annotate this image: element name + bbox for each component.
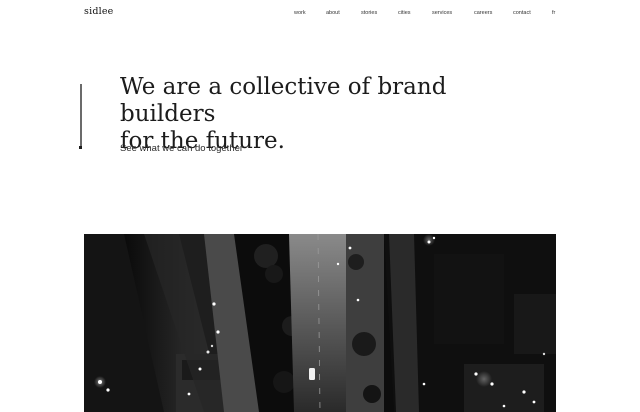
nav-about[interactable]: about xyxy=(326,10,340,16)
hero-cta-link[interactable]: See what we can do together xyxy=(120,143,243,154)
nav-language-fr[interactable]: fr xyxy=(552,10,555,16)
page: sidlee work about stories cities service… xyxy=(0,0,640,412)
nav-careers[interactable]: careers xyxy=(474,10,492,16)
hero-accent-line xyxy=(80,84,82,148)
aerial-city-street-photo xyxy=(84,234,556,412)
main-nav: work about stories cities services caree… xyxy=(0,10,640,22)
nav-services[interactable]: services xyxy=(432,10,452,16)
hero-headline-line-1: We are a collective of brand builders xyxy=(120,74,447,127)
nav-contact[interactable]: contact xyxy=(513,10,531,16)
hero-accent-marker xyxy=(79,146,82,149)
nav-cities[interactable]: cities xyxy=(398,10,411,16)
nav-work[interactable]: work xyxy=(294,10,306,16)
aerial-city-street-illustration xyxy=(84,234,556,412)
nav-stories[interactable]: stories xyxy=(361,10,377,16)
